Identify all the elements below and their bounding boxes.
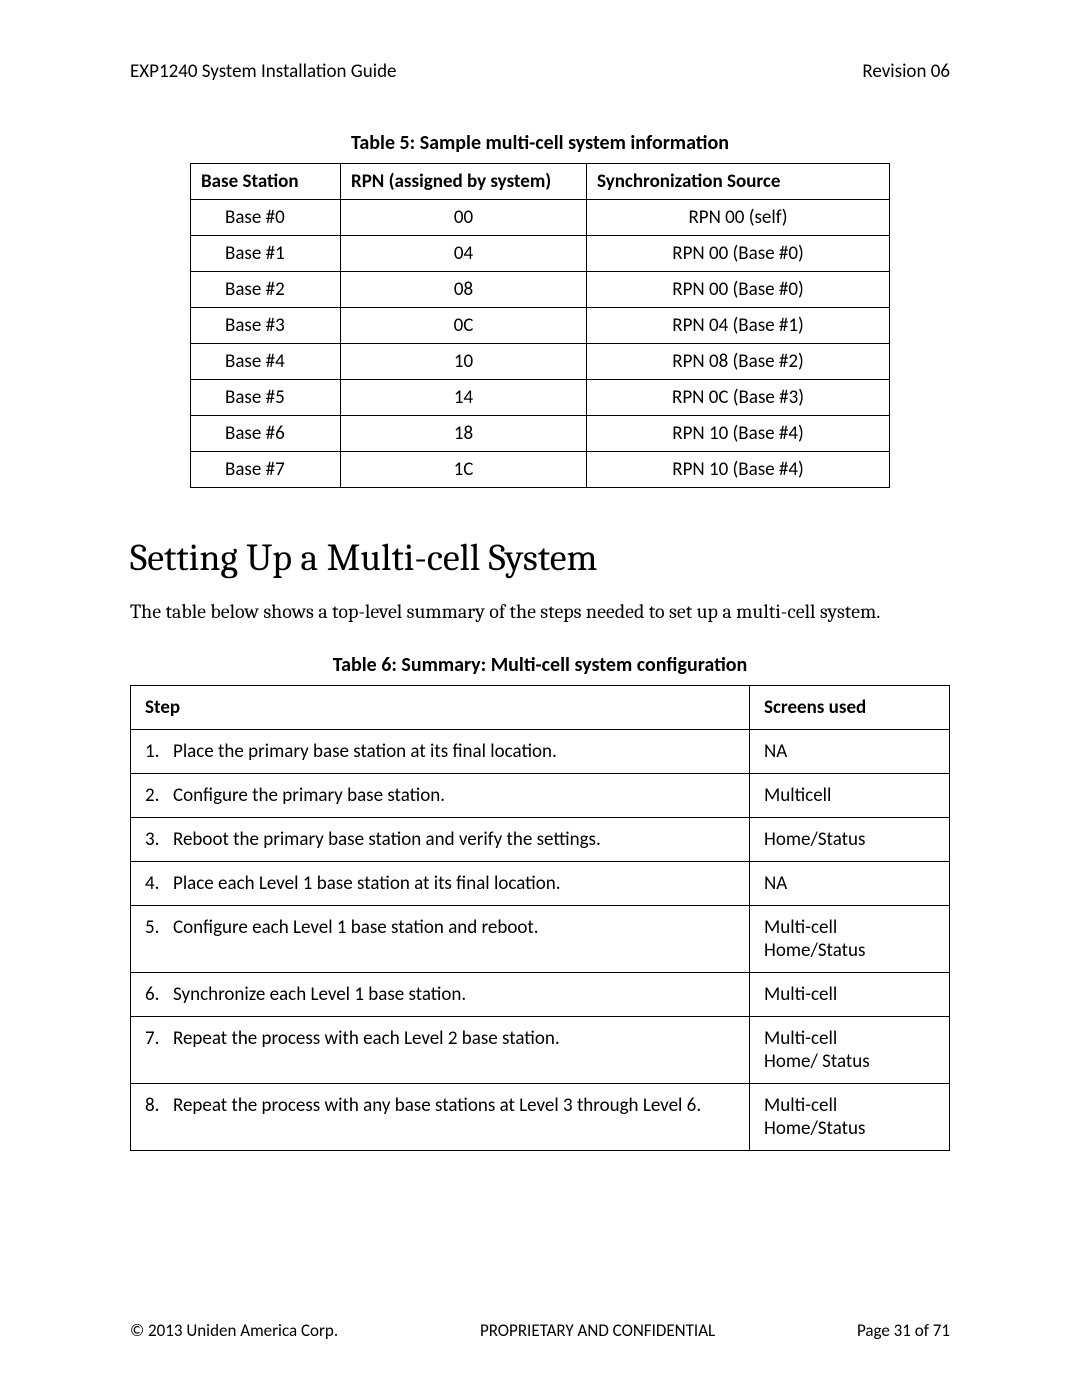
step-text: Configure the primary base station. <box>173 784 735 807</box>
table5-header-rpn: RPN (assigned by system) <box>341 164 587 200</box>
table-row: 4.Place each Level 1 base station at its… <box>131 862 950 906</box>
table6-cell-screen: Multi-cellHome/Status <box>750 1084 950 1151</box>
table5-cell-sync: RPN 08 (Base #2) <box>587 344 890 380</box>
table5-header-sync: Synchronization Source <box>587 164 890 200</box>
table-row: Base #71CRPN 10 (Base #4) <box>191 452 890 488</box>
table5-cell-sync: RPN 04 (Base #1) <box>587 308 890 344</box>
table6-cell-step: 5.Configure each Level 1 base station an… <box>131 906 750 973</box>
table6-cell-step: 6.Synchronize each Level 1 base station. <box>131 973 750 1017</box>
footer-page-number: Page 31 of 71 <box>857 1320 950 1341</box>
table5-cell-rpn: 10 <box>341 344 587 380</box>
table5-cell-rpn: 00 <box>341 200 587 236</box>
table5-cell-sync: RPN 10 (Base #4) <box>587 416 890 452</box>
table5-cell-sync: RPN 00 (Base #0) <box>587 236 890 272</box>
table5-cell-base: Base #2 <box>191 272 341 308</box>
table5-cell-sync: RPN 00 (Base #0) <box>587 272 890 308</box>
step-number: 2. <box>145 784 173 807</box>
step-number: 8. <box>145 1094 173 1117</box>
table5-cell-rpn: 08 <box>341 272 587 308</box>
table-row: Base #104RPN 00 (Base #0) <box>191 236 890 272</box>
section-heading: Setting Up a Multi-cell System <box>130 536 950 580</box>
footer-copyright: © 2013 Uniden America Corp. <box>130 1320 338 1341</box>
step-number: 7. <box>145 1027 173 1050</box>
table5: Base Station RPN (assigned by system) Sy… <box>190 163 890 488</box>
step-number: 1. <box>145 740 173 763</box>
step-number: 5. <box>145 916 173 939</box>
table6-cell-step: 7.Repeat the process with each Level 2 b… <box>131 1017 750 1084</box>
step-number: 3. <box>145 828 173 851</box>
step-number: 6. <box>145 983 173 1006</box>
step-number: 4. <box>145 872 173 895</box>
table6-cell-step: 3.Reboot the primary base station and ve… <box>131 818 750 862</box>
table6-cell-screen: Multi-cellHome/ Status <box>750 1017 950 1084</box>
table5-cell-rpn: 04 <box>341 236 587 272</box>
table5-cell-base: Base #4 <box>191 344 341 380</box>
step-text: Repeat the process with any base station… <box>173 1094 735 1117</box>
table-row: 8.Repeat the process with any base stati… <box>131 1084 950 1151</box>
step-text: Place the primary base station at its fi… <box>173 740 735 763</box>
table-row: 3.Reboot the primary base station and ve… <box>131 818 950 862</box>
table-row: 5.Configure each Level 1 base station an… <box>131 906 950 973</box>
table-row: 2.Configure the primary base station.Mul… <box>131 774 950 818</box>
table5-cell-sync: RPN 00 (self) <box>587 200 890 236</box>
table6-cell-step: 2.Configure the primary base station. <box>131 774 750 818</box>
table-row: 1.Place the primary base station at its … <box>131 730 950 774</box>
table6-header-screens: Screens used <box>750 686 950 730</box>
doc-title-header: EXP1240 System Installation Guide <box>130 60 397 83</box>
table-row: Base #30CRPN 04 (Base #1) <box>191 308 890 344</box>
table5-cell-rpn: 1C <box>341 452 587 488</box>
step-text: Synchronize each Level 1 base station. <box>173 983 735 1006</box>
table6-cell-screen: Multi-cellHome/Status <box>750 906 950 973</box>
table6-cell-screen: Multi-cell <box>750 973 950 1017</box>
table6: Step Screens used 1.Place the primary ba… <box>130 685 950 1151</box>
table6-cell-screen: NA <box>750 730 950 774</box>
doc-revision-header: Revision 06 <box>862 60 950 83</box>
table6-caption: Table 6: Summary: Multi-cell system conf… <box>130 653 950 677</box>
table6-cell-step: 8.Repeat the process with any base stati… <box>131 1084 750 1151</box>
table-row: Base #000RPN 00 (self) <box>191 200 890 236</box>
table6-cell-screen: Multicell <box>750 774 950 818</box>
table5-cell-base: Base #0 <box>191 200 341 236</box>
table5-cell-base: Base #5 <box>191 380 341 416</box>
table-row: 6.Synchronize each Level 1 base station.… <box>131 973 950 1017</box>
table-row: 7.Repeat the process with each Level 2 b… <box>131 1017 950 1084</box>
table-row: Base #410RPN 08 (Base #2) <box>191 344 890 380</box>
footer-confidential: PROPRIETARY AND CONFIDENTIAL <box>480 1320 715 1341</box>
table6-cell-screen: NA <box>750 862 950 906</box>
step-text: Configure each Level 1 base station and … <box>173 916 735 939</box>
table5-cell-base: Base #6 <box>191 416 341 452</box>
table6-cell-step: 1.Place the primary base station at its … <box>131 730 750 774</box>
table5-cell-rpn: 18 <box>341 416 587 452</box>
table5-cell-sync: RPN 0C (Base #3) <box>587 380 890 416</box>
table-row: Base #618RPN 10 (Base #4) <box>191 416 890 452</box>
step-text: Reboot the primary base station and veri… <box>173 828 735 851</box>
table-row: Base #208RPN 00 (Base #0) <box>191 272 890 308</box>
table5-cell-base: Base #7 <box>191 452 341 488</box>
table5-caption: Table 5: Sample multi-cell system inform… <box>130 131 950 155</box>
table6-header-step: Step <box>131 686 750 730</box>
table5-cell-rpn: 0C <box>341 308 587 344</box>
table5-cell-base: Base #3 <box>191 308 341 344</box>
table6-cell-step: 4.Place each Level 1 base station at its… <box>131 862 750 906</box>
step-text: Repeat the process with each Level 2 bas… <box>173 1027 735 1050</box>
table6-cell-screen: Home/Status <box>750 818 950 862</box>
step-text: Place each Level 1 base station at its f… <box>173 872 735 895</box>
table5-cell-rpn: 14 <box>341 380 587 416</box>
table5-cell-base: Base #1 <box>191 236 341 272</box>
section-intro: The table below shows a top-level summar… <box>130 598 950 625</box>
table5-cell-sync: RPN 10 (Base #4) <box>587 452 890 488</box>
table5-header-base: Base Station <box>191 164 341 200</box>
table-row: Base #514RPN 0C (Base #3) <box>191 380 890 416</box>
